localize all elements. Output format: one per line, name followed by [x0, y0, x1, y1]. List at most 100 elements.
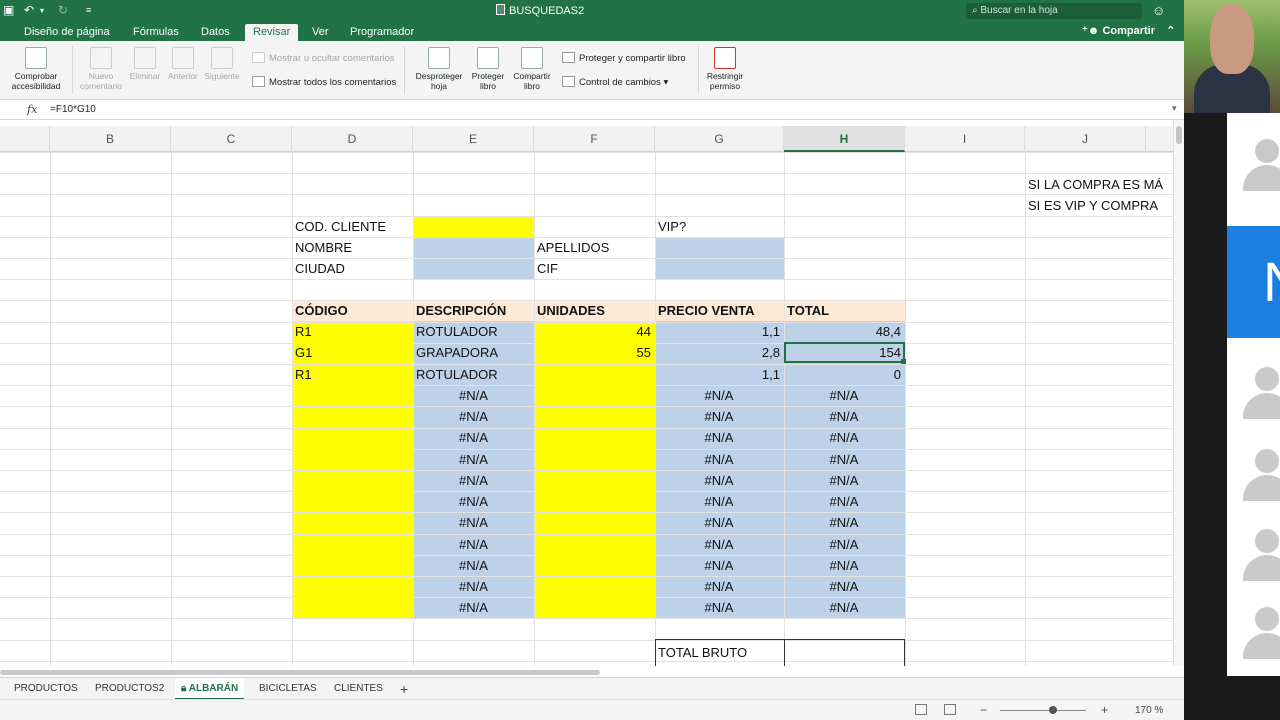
- column-header-I[interactable]: I: [905, 126, 1025, 152]
- cell-total[interactable]: #N/A: [787, 406, 901, 427]
- add-sheet-button[interactable]: +: [400, 678, 408, 700]
- cell-codigo[interactable]: [295, 576, 410, 597]
- cell-codigo[interactable]: [295, 406, 410, 427]
- cell-precio[interactable]: #N/A: [658, 534, 780, 555]
- customize-toolbar-icon[interactable]: ≡: [86, 5, 91, 15]
- sheet-tab-bicicletas[interactable]: BICICLETAS: [253, 678, 323, 700]
- cell-codigo[interactable]: [295, 385, 410, 406]
- user-account-icon[interactable]: ☺: [1152, 3, 1165, 18]
- column-header-C[interactable]: C: [171, 126, 292, 152]
- cell-descripcion[interactable]: ROTULADOR: [416, 364, 531, 385]
- cell-unidades[interactable]: [537, 534, 651, 555]
- save-icon[interactable]: ▣: [3, 3, 14, 17]
- cell-descripcion[interactable]: #N/A: [416, 534, 531, 555]
- cell-descripcion[interactable]: #N/A: [416, 512, 531, 533]
- cell-descripcion[interactable]: #N/A: [416, 576, 531, 597]
- cell-codigo[interactable]: [295, 449, 410, 470]
- cell-unidades[interactable]: [537, 512, 651, 533]
- cell-total[interactable]: 0: [787, 364, 901, 385]
- column-header-B[interactable]: B: [50, 126, 171, 152]
- cell-codigo[interactable]: G1: [295, 342, 410, 363]
- show-hide-comments-button[interactable]: Mostrar u ocultar comentarios: [252, 52, 395, 64]
- expand-formula-icon[interactable]: ▾: [1172, 103, 1177, 114]
- cell-precio[interactable]: #N/A: [658, 512, 780, 533]
- cell-precio[interactable]: #N/A: [658, 406, 780, 427]
- cell-codigo[interactable]: [295, 470, 410, 491]
- tab-diseno[interactable]: Diseño de página: [16, 24, 118, 41]
- column-header-D[interactable]: D: [292, 126, 413, 152]
- cell-unidades[interactable]: [537, 470, 651, 491]
- sheet-tab-albaran[interactable]: 🔒︎ ALBARÁN: [175, 678, 245, 700]
- cell-precio[interactable]: 1,1: [658, 321, 780, 342]
- sheet-tab-clientes[interactable]: CLIENTES: [328, 678, 389, 700]
- protect-workbook-button[interactable]: Proteger libro: [468, 47, 508, 91]
- normal-view-icon[interactable]: [915, 704, 927, 715]
- cell-unidades[interactable]: [537, 491, 651, 512]
- search-sheet-input[interactable]: ⌕ Buscar en la hoja: [966, 3, 1142, 19]
- zoom-percentage[interactable]: 170 %: [1135, 705, 1163, 716]
- cell-precio[interactable]: #N/A: [658, 385, 780, 406]
- next-comment-button[interactable]: Siguiente: [202, 47, 242, 81]
- zoom-in-button[interactable]: +: [1101, 703, 1108, 717]
- cell-total[interactable]: #N/A: [787, 597, 901, 618]
- cell-codigo[interactable]: [295, 512, 410, 533]
- cell-unidades[interactable]: 44: [537, 321, 651, 342]
- fill-handle[interactable]: [901, 359, 906, 364]
- cell-precio[interactable]: #N/A: [658, 576, 780, 597]
- cell-precio[interactable]: #N/A: [658, 555, 780, 576]
- column-header-H[interactable]: H: [784, 126, 905, 152]
- cod-cliente-input-cell[interactable]: [413, 216, 534, 237]
- cell-total[interactable]: #N/A: [787, 534, 901, 555]
- share-button[interactable]: ⁺☻ Compartir ⌃: [1082, 24, 1175, 37]
- previous-comment-button[interactable]: Anterior: [164, 47, 202, 81]
- cell-descripcion[interactable]: GRAPADORA: [416, 342, 531, 363]
- cell-descripcion[interactable]: #N/A: [416, 427, 531, 448]
- cell-precio[interactable]: #N/A: [658, 597, 780, 618]
- cell-unidades[interactable]: [537, 555, 651, 576]
- restrict-permission-button[interactable]: Restringir permiso: [702, 47, 748, 91]
- tab-programador[interactable]: Programador: [342, 24, 422, 41]
- cell-total[interactable]: 48,4: [787, 321, 901, 342]
- zoom-slider-knob[interactable]: [1049, 706, 1058, 714]
- share-workbook-button[interactable]: Compartir libro: [509, 47, 555, 91]
- horizontal-scroll-thumb[interactable]: [0, 670, 600, 675]
- column-header-J[interactable]: J: [1025, 126, 1146, 152]
- cell-unidades[interactable]: [537, 576, 651, 597]
- vertical-scroll-thumb[interactable]: [1176, 126, 1182, 144]
- column-header-F[interactable]: F: [534, 126, 655, 152]
- cell-descripcion[interactable]: #N/A: [416, 597, 531, 618]
- column-header-G[interactable]: G: [655, 126, 784, 152]
- new-comment-button[interactable]: Nuevo comentario: [78, 47, 124, 91]
- tab-ver[interactable]: Ver: [304, 24, 337, 41]
- page-layout-view-icon[interactable]: [944, 704, 956, 715]
- participant-avatar-icon[interactable]: [1241, 363, 1280, 419]
- cell-total[interactable]: #N/A: [787, 449, 901, 470]
- vertical-scrollbar[interactable]: [1173, 120, 1184, 666]
- cell-codigo[interactable]: R1: [295, 364, 410, 385]
- cell-codigo[interactable]: [295, 597, 410, 618]
- participant-avatar-icon[interactable]: [1241, 603, 1280, 659]
- cell-codigo[interactable]: [295, 491, 410, 512]
- selected-cell-h10[interactable]: [784, 342, 905, 363]
- cell-total[interactable]: #N/A: [787, 491, 901, 512]
- cell-descripcion[interactable]: ROTULADOR: [416, 321, 531, 342]
- cell-descripcion[interactable]: #N/A: [416, 470, 531, 491]
- cell-descripcion[interactable]: #N/A: [416, 406, 531, 427]
- function-icon[interactable]: fx: [27, 103, 37, 116]
- worksheet-grid[interactable]: B C D E F G H I J SI LA COMPRA ES MÁ SI …: [0, 126, 1173, 666]
- cell-codigo[interactable]: [295, 427, 410, 448]
- unprotect-sheet-button[interactable]: Desproteger hoja: [412, 47, 466, 91]
- accessibility-check-button[interactable]: Comprobar accesibilidad: [6, 47, 66, 91]
- redo-icon[interactable]: ↻: [58, 3, 68, 17]
- cell-codigo[interactable]: R1: [295, 321, 410, 342]
- cell-precio[interactable]: #N/A: [658, 449, 780, 470]
- cell-total[interactable]: #N/A: [787, 470, 901, 491]
- cell-unidades[interactable]: [537, 364, 651, 385]
- cell-unidades[interactable]: [537, 385, 651, 406]
- tab-revisar[interactable]: Revisar: [245, 24, 299, 41]
- tab-formulas[interactable]: Fórmulas: [125, 24, 187, 41]
- sheet-tab-productos2[interactable]: PRODUCTOS2: [89, 678, 170, 700]
- tab-datos[interactable]: Datos: [193, 24, 238, 41]
- participant-avatar-icon[interactable]: [1241, 445, 1280, 501]
- participant-avatar-icon[interactable]: [1241, 135, 1280, 191]
